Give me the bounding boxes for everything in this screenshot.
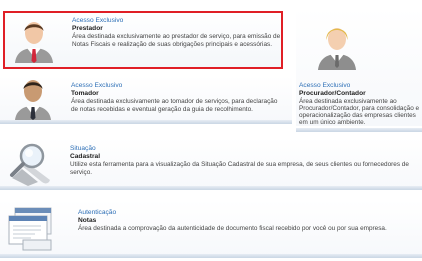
card-tomador[interactable]: Acesso Exclusivo Tomador Área destinada … <box>0 76 292 124</box>
prestador-kicker: Acesso Exclusivo <box>72 17 124 24</box>
situacao-desc-line1: Utilize esta ferramenta para a visualiza… <box>70 161 409 168</box>
prestador-title: Prestador <box>72 25 103 32</box>
card-divider <box>0 254 422 258</box>
procurador-desc-line4: em um único ambiente. <box>299 119 366 126</box>
magnifier-icon <box>10 143 50 186</box>
tomador-kicker: Acesso Exclusivo <box>71 82 123 89</box>
autenticacao-title: Notas <box>78 217 97 224</box>
card-divider <box>296 128 422 132</box>
card-procurador[interactable]: Acesso Exclusivo Procurador/Contador Áre… <box>296 8 422 132</box>
situacao-title: Cadastral <box>70 153 101 160</box>
procurador-title: Procurador/Contador <box>299 90 366 97</box>
procurador-kicker: Acesso Exclusivo <box>299 82 351 89</box>
blonde-person-icon <box>318 28 356 70</box>
card-situacao-cadastral[interactable]: Situação Cadastral Utilize esta ferramen… <box>0 138 422 190</box>
card-autenticacao-notas[interactable]: Autenticação Notas Área destinada a comp… <box>0 200 422 258</box>
businessman-red-tie-icon <box>15 22 53 63</box>
situacao-kicker: Situação <box>70 145 96 152</box>
tomador-desc-line2: de notas recebidas e eventual geração da… <box>71 106 253 113</box>
card-divider <box>0 186 422 190</box>
situacao-desc-line2: serviço. <box>70 169 93 176</box>
card-divider <box>0 120 292 124</box>
documents-icon <box>8 207 52 251</box>
autenticacao-kicker: Autenticação <box>78 209 117 216</box>
tomador-desc-line1: Área destinada exclusivamente ao tomador… <box>71 98 278 105</box>
prestador-desc-line2: Notas Fiscais e realização de suas obrig… <box>72 41 272 48</box>
card-prestador[interactable]: Acesso Exclusivo Prestador Área destinad… <box>3 11 283 69</box>
businessman-dark-tie-icon <box>15 80 51 120</box>
autenticacao-desc-line1: Área destinada a comprovação da autentic… <box>78 225 387 232</box>
prestador-desc-line1: Área destinada exclusivamente ao prestad… <box>72 33 281 40</box>
tomador-title: Tomador <box>71 90 99 97</box>
